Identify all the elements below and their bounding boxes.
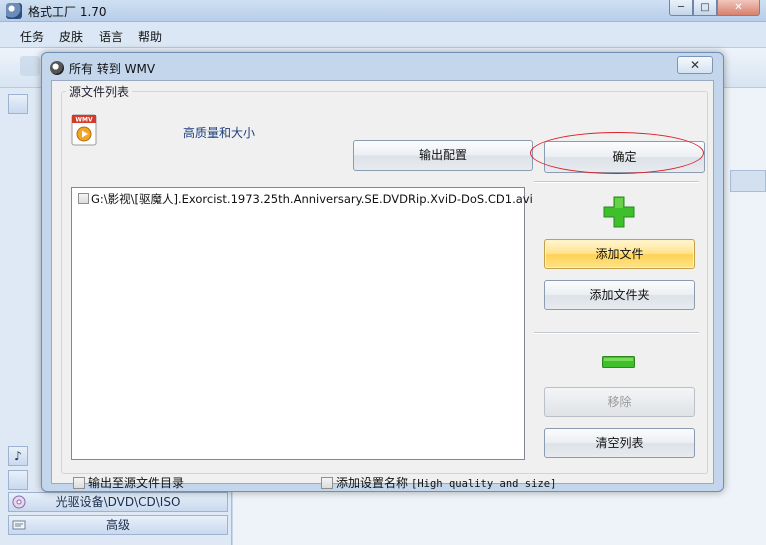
close-button[interactable]: ✕ [717, 0, 760, 16]
app-logo-icon [6, 3, 22, 19]
toolbar-icon[interactable] [20, 56, 40, 76]
dialog-titlebar: 所有 转到 WMV ✕ [42, 53, 723, 81]
main-titlebar: 格式工厂 1.70 ─ □ ✕ [0, 0, 766, 22]
add-setting-name-label: 添加设置名称 [336, 476, 409, 490]
clear-list-button[interactable]: 清空列表 [544, 428, 695, 458]
add-setting-name-checkbox[interactable] [321, 477, 333, 489]
output-to-source-dir-label: 输出至源文件目录 [88, 476, 185, 490]
menu-language[interactable]: 语言 [99, 28, 123, 45]
left-item-optical-label: 光驱设备\DVD\CD\ISO [55, 495, 181, 509]
dialog-close-button[interactable]: ✕ [677, 56, 713, 74]
minus-icon [602, 356, 635, 368]
advanced-icon [12, 520, 26, 530]
left-item-advanced[interactable]: 高级 [8, 515, 228, 535]
convert-dialog: 所有 转到 WMV ✕ 源文件列表 WMV 高质量和大小 输出配置 确定 G:\… [41, 52, 724, 492]
menu-bar: 任务 皮肤 语言 帮助 [0, 22, 766, 48]
add-file-button[interactable]: 添加文件 [544, 239, 695, 269]
separator [534, 332, 699, 334]
plus-icon [603, 196, 635, 228]
highlight-ellipse [530, 132, 704, 174]
output-config-button[interactable]: 输出配置 [353, 140, 533, 171]
wmv-format-icon: WMV [71, 114, 97, 146]
minimize-button[interactable]: ─ [669, 0, 693, 16]
menu-skin[interactable]: 皮肤 [59, 28, 83, 45]
menu-tasks[interactable]: 任务 [20, 28, 44, 45]
output-to-source-dir-option[interactable]: 输出至源文件目录 [73, 474, 184, 491]
wmv-icon-text: WMV [75, 117, 93, 124]
dialog-app-icon [50, 61, 64, 75]
disc-icon [12, 495, 26, 509]
music-icon[interactable]: ♪ [8, 446, 28, 466]
left-item-advanced-label: 高级 [105, 518, 130, 532]
menu-help[interactable]: 帮助 [138, 28, 162, 45]
task-list-header [730, 170, 766, 192]
setting-name-hint: [High quality and size] [411, 478, 557, 490]
source-file-list-label: 源文件列表 [66, 83, 133, 100]
dialog-title: 所有 转到 WMV [69, 62, 156, 76]
output-to-source-dir-checkbox[interactable] [73, 477, 85, 489]
file-path: G:\影视\[驱魔人].Exorcist.1973.25th.Anniversa… [91, 192, 533, 206]
quality-preset-label: 高质量和大小 [183, 126, 256, 140]
maximize-button[interactable]: □ [693, 0, 717, 16]
picture-icon[interactable] [8, 470, 28, 490]
app-title: 格式工厂 1.70 [28, 5, 107, 19]
file-checkbox[interactable] [78, 193, 89, 204]
add-setting-name-option[interactable]: 添加设置名称 [High quality and size] [321, 474, 556, 491]
source-file-list[interactable]: G:\影视\[驱魔人].Exorcist.1973.25th.Anniversa… [71, 187, 533, 460]
file-list-item[interactable]: G:\影视\[驱魔人].Exorcist.1973.25th.Anniversa… [78, 191, 533, 207]
left-item-optical[interactable]: 光驱设备\DVD\CD\ISO [8, 492, 228, 512]
left-panel-header-icon [8, 94, 28, 114]
dialog-body: 源文件列表 WMV 高质量和大小 输出配置 确定 G:\影视\[驱魔人].Exo… [51, 80, 714, 490]
add-folder-button[interactable]: 添加文件夹 [544, 280, 695, 310]
remove-button[interactable]: 移除 [544, 387, 695, 417]
separator [534, 181, 699, 183]
